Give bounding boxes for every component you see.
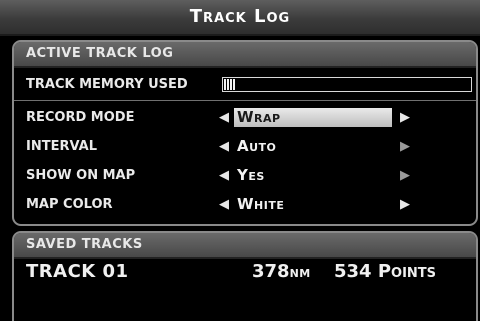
map-color-label: MAP COLOR <box>26 197 113 212</box>
arrow-left-icon[interactable]: ◀ <box>219 161 229 190</box>
map-color-value[interactable]: White <box>234 195 290 214</box>
track-memory-bar <box>222 77 472 92</box>
record-mode-value[interactable]: Wrap <box>234 108 392 127</box>
map-color-row[interactable]: MAP COLOR ◀ White ▶ <box>14 190 476 219</box>
track-points: 534 Points <box>334 261 437 282</box>
title-bar: Track Log <box>0 0 480 36</box>
arrow-left-icon[interactable]: ◀ <box>219 103 229 132</box>
arrow-left-icon[interactable]: ◀ <box>219 132 229 161</box>
interval-value[interactable]: Auto <box>234 137 282 156</box>
interval-label: INTERVAL <box>26 139 97 154</box>
track-distance-value: 378 <box>252 261 290 282</box>
saved-tracks-header: SAVED TRACKS <box>14 233 476 259</box>
arrow-right-icon[interactable]: ▶ <box>400 132 410 161</box>
record-mode-label: RECORD MODE <box>26 110 135 125</box>
arrow-right-icon[interactable]: ▶ <box>400 161 410 190</box>
arrow-left-icon[interactable]: ◀ <box>219 190 229 219</box>
arrow-right-icon[interactable]: ▶ <box>400 103 410 132</box>
track-memory-label: TRACK MEMORY USED <box>26 77 188 92</box>
show-on-map-value[interactable]: Yes <box>234 166 271 185</box>
list-item[interactable]: TRACK 01 378NM 534 Points <box>14 259 476 293</box>
saved-tracks-panel: SAVED TRACKS TRACK 01 378NM 534 Points <box>12 231 478 321</box>
section-divider <box>14 100 476 101</box>
track-distance-unit: NM <box>289 267 311 280</box>
interval-row[interactable]: INTERVAL ◀ Auto ▶ <box>14 132 476 161</box>
track-memory-row: TRACK MEMORY USED <box>14 70 476 99</box>
track-name: TRACK 01 <box>26 261 129 282</box>
page-title: Track Log <box>189 6 291 27</box>
track-distance: 378NM <box>252 261 311 282</box>
track-memory-fill <box>224 79 236 90</box>
record-mode-row[interactable]: RECORD MODE ◀ Wrap ▶ <box>14 103 476 132</box>
active-track-log-panel: ACTIVE TRACK LOG TRACK MEMORY USED RECOR… <box>12 40 478 226</box>
show-on-map-label: SHOW ON MAP <box>26 168 136 183</box>
arrow-right-icon[interactable]: ▶ <box>400 190 410 219</box>
show-on-map-row[interactable]: SHOW ON MAP ◀ Yes ▶ <box>14 161 476 190</box>
active-track-log-header: ACTIVE TRACK LOG <box>14 42 476 68</box>
